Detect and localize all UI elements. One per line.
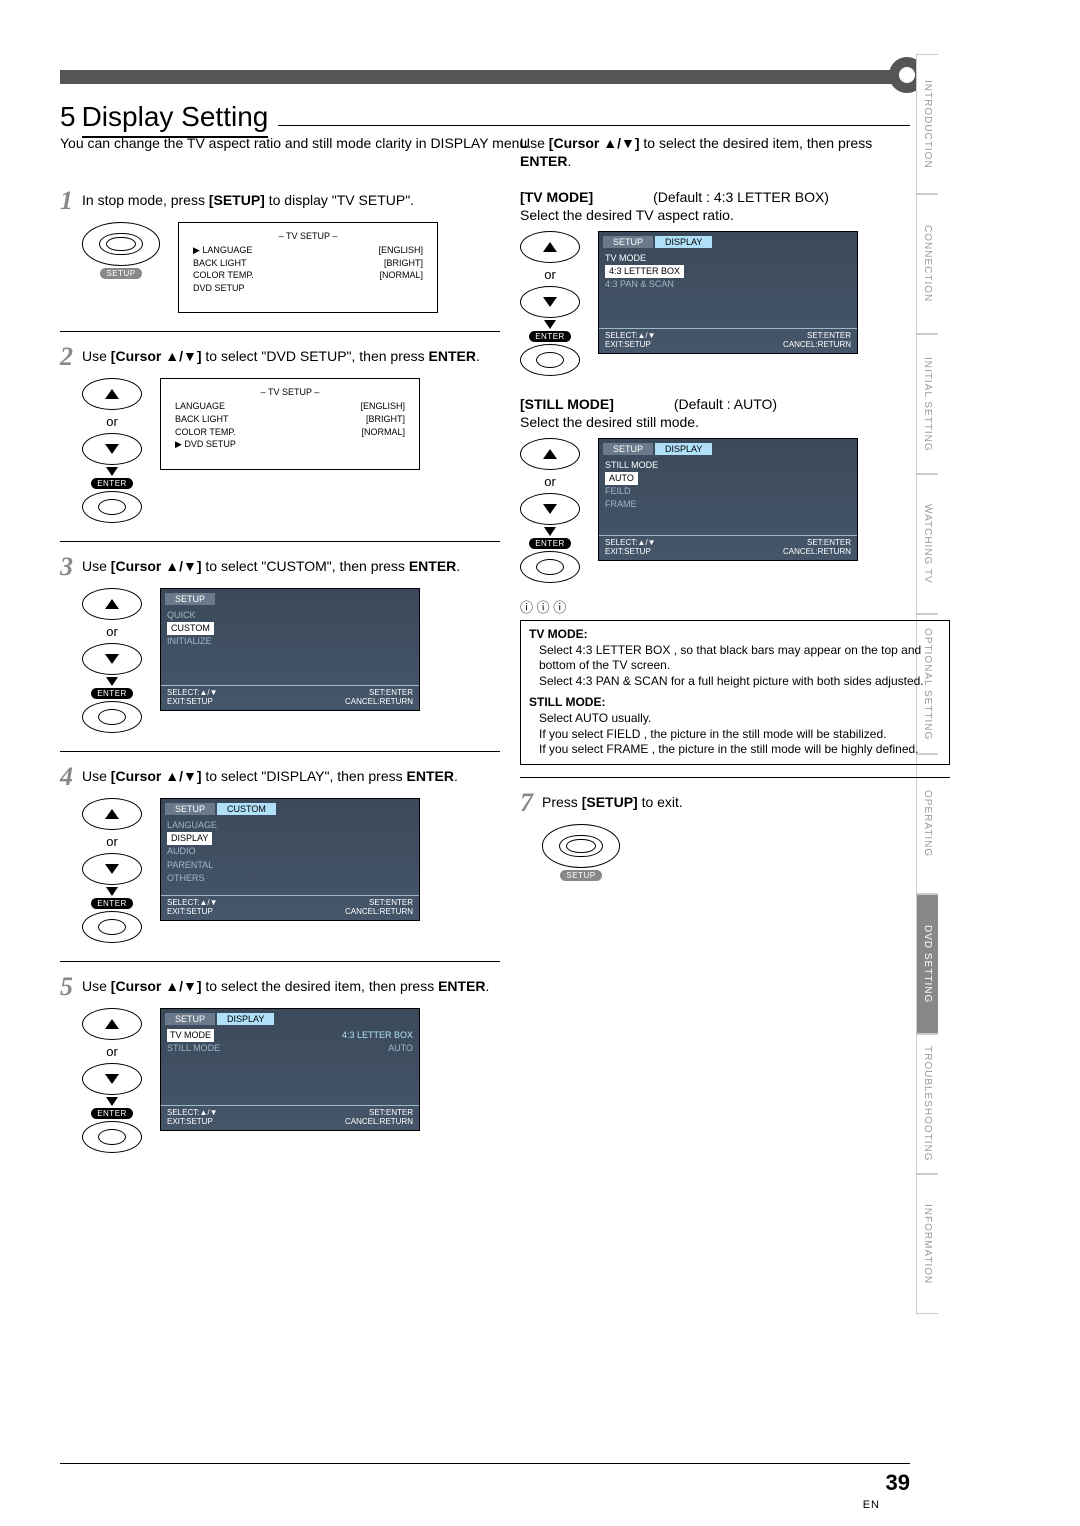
separator — [60, 541, 500, 542]
heading-title: Display Setting — [82, 101, 269, 138]
cursor-up-icon — [520, 438, 580, 470]
still-mode-desc: Select the desired still mode. — [520, 414, 950, 430]
sidetab-introduction: INTRODUCTION — [916, 54, 938, 194]
step-7: 7 Press [SETUP] to exit. SETUP — [520, 790, 950, 881]
osd-tv-mode: SETUPDISPLAY TV MODE 4:3 LETTER BOX 4:3 … — [598, 231, 858, 354]
osd-tv-setup-2: – TV SETUP – LANGUAGE[ENGLISH] BACK LIGH… — [160, 378, 420, 469]
osd-setup-custom: SETUP QUICK CUSTOM INITIALIZE SELECT:▲/▼… — [160, 588, 420, 711]
header-rule — [60, 70, 910, 84]
setup-label: SETUP — [100, 268, 141, 279]
cursor-down-icon — [82, 643, 142, 675]
separator — [60, 751, 500, 752]
enter-button-icon — [82, 701, 142, 733]
cursor-up-icon — [520, 231, 580, 263]
enter-label: ENTER — [91, 478, 133, 489]
osd-still-mode: SETUPDISPLAY STILL MODE AUTO FEILD FRAME… — [598, 438, 858, 561]
enter-button-icon — [82, 491, 142, 523]
cursor-down-icon — [82, 1063, 142, 1095]
step-1-text: In stop mode, press [SETUP] to display "… — [82, 188, 500, 209]
remote-arrows: or ENTER — [82, 378, 142, 523]
cursor-up-icon — [82, 798, 142, 830]
tv-mode-head: [TV MODE](Default : 4:3 LETTER BOX) — [520, 189, 950, 205]
osd-setup-display: SETUPCUSTOM LANGUAGE DISPLAY AUDIO PAREN… — [160, 798, 420, 921]
right-column: [TV MODE](Default : 4:3 LETTER BOX) Sele… — [520, 185, 950, 899]
heading-line — [278, 100, 910, 126]
tv-mode-desc: Select the desired TV aspect ratio. — [520, 207, 950, 223]
intro-right-cursor: [Cursor ▲/▼] — [549, 135, 640, 151]
osd-tv-setup-1: – TV SETUP – ▶ LANGUAGE[ENGLISH] BACK LI… — [178, 222, 438, 313]
step-2-text: Use [Cursor ▲/▼] to select "DVD SETUP", … — [82, 344, 500, 365]
separator — [60, 331, 500, 332]
note-box: TV MODE: Select 4:3 LETTER BOX , so that… — [520, 620, 950, 765]
intro-right-suf: to select the desired item, then press — [640, 135, 873, 151]
left-column: 1 In stop mode, press [SETUP] to display… — [60, 188, 500, 1171]
heading-number: 5 — [60, 101, 76, 133]
step-1-number: 1 — [60, 188, 82, 214]
or-label: or — [106, 414, 118, 429]
remote-setup-button: SETUP — [542, 824, 620, 881]
intro-right-enter: ENTER — [520, 153, 567, 169]
cursor-down-icon — [82, 433, 142, 465]
step-1: 1 In stop mode, press [SETUP] to display… — [60, 188, 500, 313]
remote-arrows: or ENTER — [520, 231, 580, 376]
cursor-down-icon — [82, 853, 142, 885]
osd-display-items: SETUPDISPLAY TV MODE4:3 LETTER BOX STILL… — [160, 1008, 420, 1131]
step-2-number: 2 — [60, 344, 82, 370]
step-3: 3 Use [Cursor ▲/▼] to select "CUSTOM", t… — [60, 554, 500, 733]
sidetab-information: INFORMATION — [916, 1174, 938, 1314]
step-5: 5 Use [Cursor ▲/▼] to select the desired… — [60, 974, 500, 1153]
cursor-down-icon — [520, 493, 580, 525]
cursor-up-icon — [82, 378, 142, 410]
sidetab-dvd-setting: DVD SETTING — [916, 894, 938, 1034]
enter-button-icon — [82, 1121, 142, 1153]
note-icons: ⓘ ⓘ ⓘ — [520, 597, 950, 616]
remote-arrows: or ENTER — [82, 798, 142, 943]
enter-button-icon — [520, 344, 580, 376]
intro-text-right: Use [Cursor ▲/▼] to select the desired i… — [520, 135, 900, 170]
separator — [520, 777, 950, 778]
remote-arrows: or ENTER — [82, 1008, 142, 1153]
remote-arrows: or ENTER — [82, 588, 142, 733]
cursor-up-icon — [82, 1008, 142, 1040]
footer-rule-thin — [60, 1463, 910, 1464]
cursor-up-icon — [82, 588, 142, 620]
step-4: 4 Use [Cursor ▲/▼] to select "DISPLAY", … — [60, 764, 500, 943]
sidetab-troubleshoot: TROUBLESHOOTING — [916, 1034, 938, 1174]
enter-button-icon — [82, 911, 142, 943]
flow-arrow-icon — [106, 677, 118, 686]
remote-setup-button: SETUP — [82, 222, 160, 279]
cursor-down-icon — [520, 286, 580, 318]
enter-button-icon — [520, 551, 580, 583]
intro-right-pre: Use — [520, 135, 549, 151]
still-mode-head: [STILL MODE](Default : AUTO) — [520, 396, 950, 412]
section-heading: 5 Display Setting — [60, 100, 910, 138]
step-2: 2 Use [Cursor ▲/▼] to select "DVD SETUP"… — [60, 344, 500, 523]
manual-page: 5 Display Setting You can change the TV … — [0, 0, 1080, 1526]
page-lang: EN — [863, 1499, 880, 1511]
separator — [60, 961, 500, 962]
page-number: 39 — [886, 1470, 910, 1496]
remote-arrows: or ENTER — [520, 438, 580, 583]
flow-arrow-icon — [106, 467, 118, 476]
